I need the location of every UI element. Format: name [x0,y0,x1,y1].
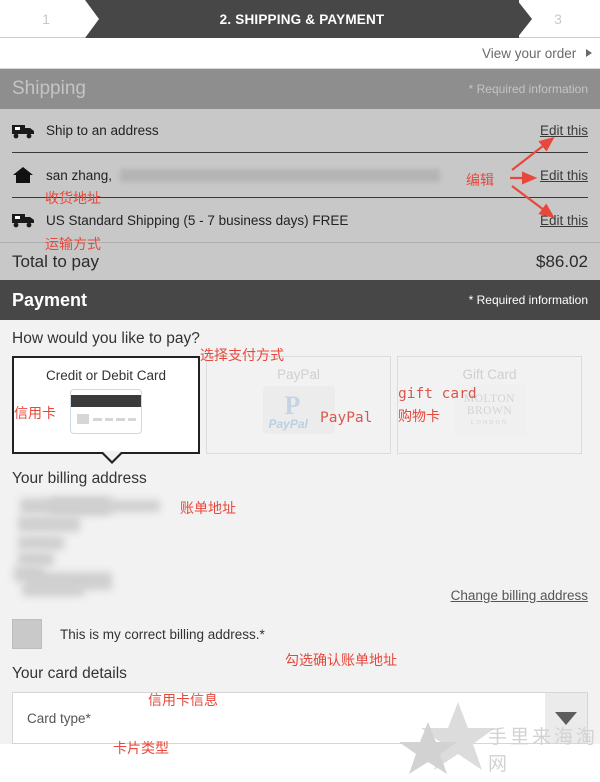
giftcard-brand-line-2: BROWN [466,405,513,418]
shipping-required-note: * Required information [468,82,588,96]
step-2-tab[interactable]: 2. SHIPPING & PAYMENT [85,0,519,38]
credit-card-icon [70,389,142,434]
paypal-logo-text: PayPal [268,417,308,431]
checkout-step-bar: 1 2. SHIPPING & PAYMENT 3 [0,0,600,38]
annotation-credit-card: 信用卡 [14,406,56,422]
view-your-order-link[interactable]: View your order [482,46,592,61]
shipping-title: Shipping [12,78,86,99]
shipping-row-ship-to-address: Ship to an address Edit this [12,109,588,153]
step-notch-left-icon [85,0,99,38]
annotation-edit: 编辑 [466,173,494,189]
annotation-shipping-method: 运输方式 [45,237,101,253]
annotation-confirm-billing: 勾选确认账单地址 [285,653,397,669]
annotation-billing-address: 账单地址 [180,501,236,517]
shipping-method-text: US Standard Shipping (5 - 7 business day… [46,212,349,228]
truck-icon [12,212,46,228]
shipping-section-header: Shipping * Required information [0,69,600,109]
edit-shipping-method-link[interactable]: Edit this [540,213,588,228]
annotation-shipping-address: 收货地址 [45,191,101,207]
payment-section-header: Payment * Required information [0,280,600,320]
view-order-label: View your order [481,45,577,61]
payment-method-options: Credit or Debit Card PayPal P PayPal Gif… [12,356,588,464]
redacted-address-text [120,168,441,182]
chevron-right-icon [586,48,592,57]
truck-icon [12,123,46,139]
step-3-label: 3 [554,11,562,27]
paypal-label: PayPal [277,367,320,382]
step-notch-right-icon [517,0,532,38]
credit-card-label: Credit or Debit Card [45,368,167,383]
step-1-tab[interactable]: 1 [0,0,92,38]
card-type-label: Card type* [27,710,91,726]
customer-name-text: san zhang, [46,167,113,183]
payment-method-gift-card[interactable]: Gift Card MOLTON BROWN LONDON [397,356,582,454]
payment-method-paypal[interactable]: PayPal P PayPal [206,356,391,454]
gift-card-label: Gift Card [462,367,517,382]
selected-method-caret-icon [100,451,124,464]
billing-address-title: Your billing address [12,470,147,487]
edit-address-link[interactable]: Edit this [540,168,588,183]
how-would-you-like-to-pay-label: How would you like to pay? [12,330,200,347]
checkout-page: 1 2. SHIPPING & PAYMENT 3 View your orde… [0,0,600,782]
annotation-gift-card: gift card [398,386,477,402]
payment-title: Payment [12,289,88,310]
annotation-choose-payment: 选择支付方式 [200,348,284,364]
card-type-select[interactable]: Card type* [12,692,588,744]
confirm-billing-checkbox[interactable] [12,619,42,649]
payment-required-note: * Required information [468,293,588,307]
annotation-paypal: PayPal [320,410,373,426]
chevron-down-icon[interactable] [545,693,587,743]
payment-body: How would you like to pay? Credit or Deb… [0,320,600,744]
view-order-bar: View your order [0,38,600,69]
total-to-pay-label: Total to pay [12,251,99,271]
giftcard-brand-line-3: LONDON [470,420,509,427]
ship-to-address-text: Ship to an address [46,123,159,138]
edit-shipping-address-link[interactable]: Edit this [540,123,588,138]
home-icon [12,166,46,184]
annotation-card-info: 信用卡信息 [148,693,218,709]
confirm-billing-address-row: This is my correct billing address.* [12,619,588,649]
annotation-card-type: 卡片类型 [113,741,169,757]
redacted-billing-address [12,494,588,596]
shipping-body: Ship to an address Edit this san zhang, … [0,109,600,242]
step-2-label: 2. SHIPPING & PAYMENT [219,11,385,27]
annotation-gift-card-cn: 购物卡 [398,409,440,425]
confirm-billing-label: This is my correct billing address.* [60,626,265,642]
step-1-label: 1 [42,11,50,27]
total-to-pay-value: $86.02 [536,251,588,271]
